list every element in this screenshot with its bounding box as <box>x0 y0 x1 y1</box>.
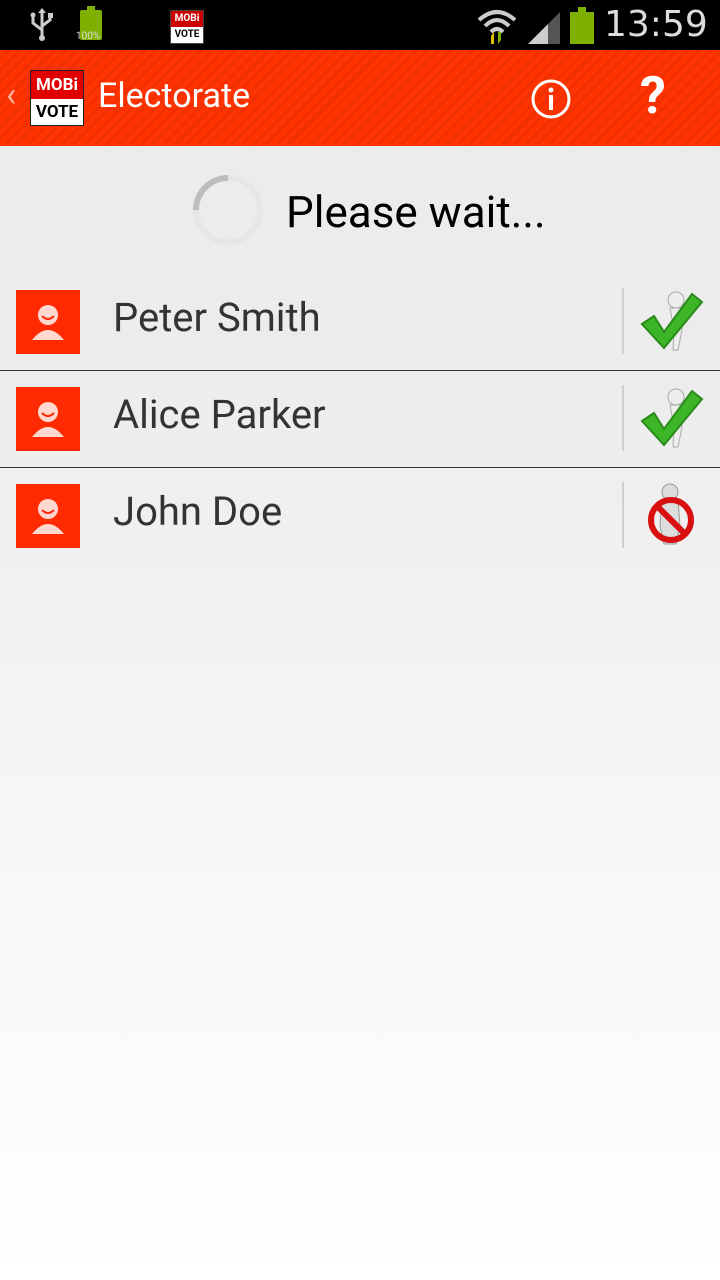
person-avatar-icon <box>16 484 80 548</box>
status-bar: 100% MOBi VOTE 13:59 <box>0 0 720 50</box>
spinner-icon <box>193 175 263 245</box>
voter-name: John Doe <box>113 488 283 535</box>
mobivote-notification-icon: MOBi VOTE <box>170 10 204 44</box>
battery-percent: 100% <box>76 31 101 42</box>
signal-strength-icon <box>528 12 560 44</box>
not-voted-icon <box>648 483 694 545</box>
voted-check-icon <box>640 291 704 351</box>
loading-indicator: Please wait... <box>0 146 720 270</box>
divider <box>622 385 624 451</box>
info-icon[interactable] <box>530 78 572 120</box>
action-bar: ‹ MOBi VOTE Electorate ? <box>0 50 720 146</box>
list-item[interactable]: John Doe <box>0 464 720 560</box>
battery-icon <box>570 7 594 44</box>
usb-icon <box>30 8 53 41</box>
list-item[interactable]: Peter Smith <box>0 270 720 366</box>
back-chevron-icon[interactable]: ‹ <box>6 78 16 112</box>
clock: 13:59 <box>604 4 708 45</box>
voter-name: Alice Parker <box>113 391 326 438</box>
wifi-icon <box>477 10 517 44</box>
help-icon[interactable]: ? <box>640 70 666 122</box>
person-avatar-icon <box>16 387 80 451</box>
divider <box>622 288 624 354</box>
loading-text: Please wait... <box>286 186 546 238</box>
app-logo[interactable]: MOBi VOTE <box>30 70 84 126</box>
voted-check-icon <box>640 388 704 448</box>
voter-name: Peter Smith <box>113 294 321 341</box>
list-item[interactable]: Alice Parker <box>0 367 720 463</box>
page-title: Electorate <box>98 76 251 116</box>
person-avatar-icon <box>16 290 80 354</box>
divider <box>622 482 624 548</box>
